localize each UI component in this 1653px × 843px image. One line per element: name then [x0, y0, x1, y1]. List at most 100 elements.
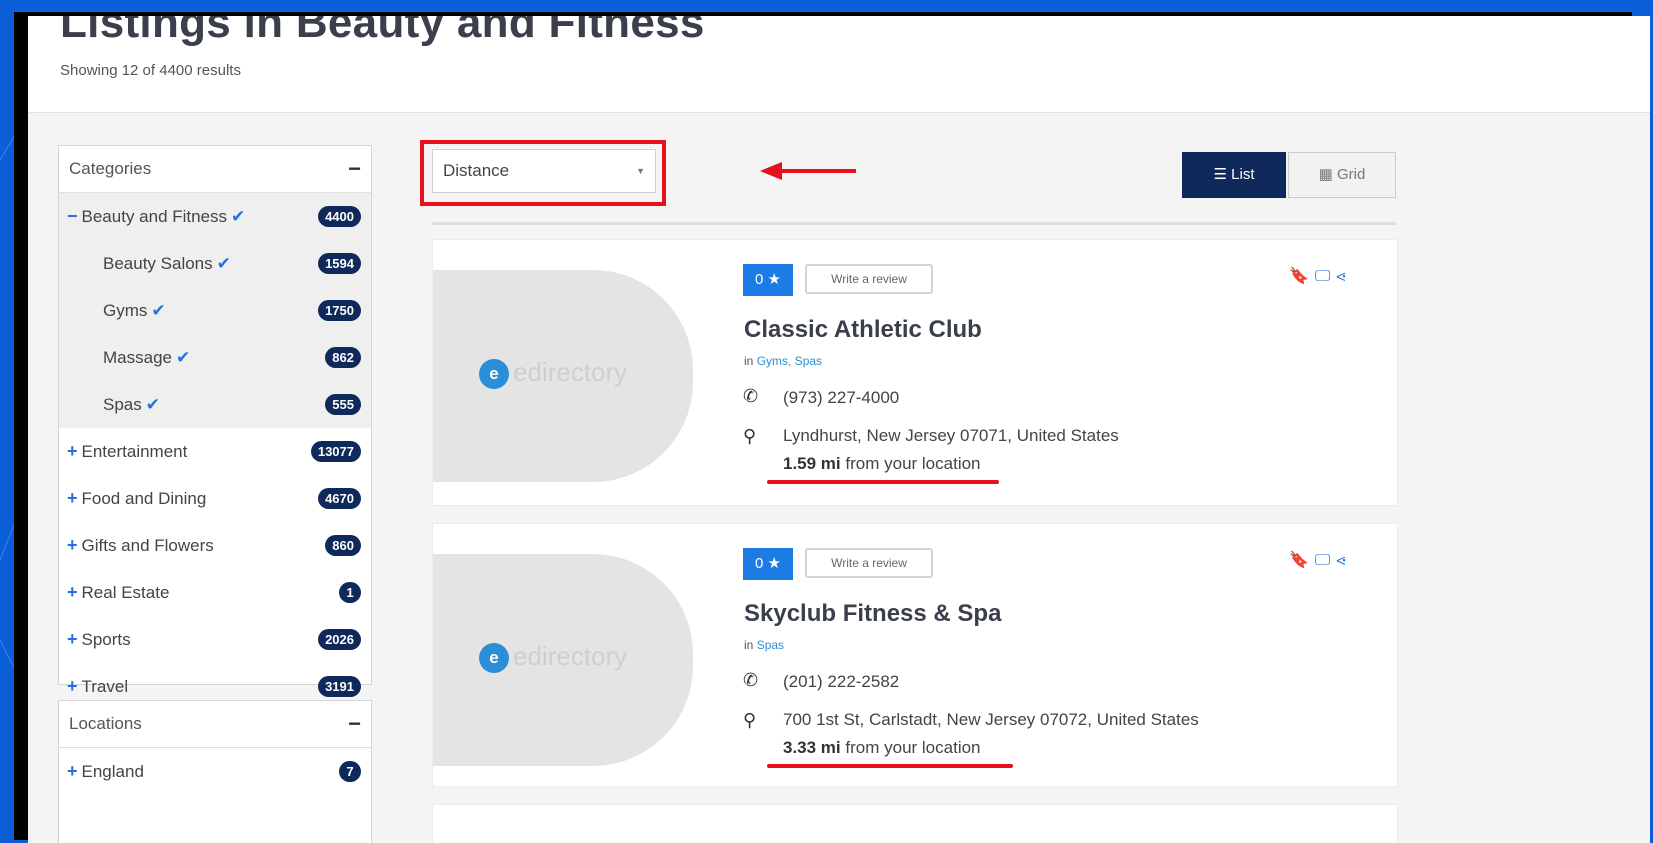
- list-label: List: [1231, 166, 1255, 183]
- category-real-estate[interactable]: + Real Estate 1: [59, 569, 371, 616]
- plus-icon: +: [67, 441, 78, 461]
- bookmark-icon[interactable]: 🔖: [1289, 268, 1315, 285]
- location-pin-icon: ⚲: [743, 710, 757, 730]
- grid-icon: ▦: [1318, 166, 1333, 183]
- count-badge: 2026: [318, 629, 361, 650]
- listing-image-placeholder[interactable]: e edirectory: [433, 270, 693, 482]
- page-header: Listings in Beauty and Fitness Showing 1…: [28, 16, 1650, 113]
- write-review-button[interactable]: Write a review: [805, 264, 933, 294]
- phone-icon: ✆: [743, 386, 759, 406]
- phone-number[interactable]: (201) 222-2582: [783, 672, 899, 692]
- category-spas[interactable]: Spas ✔ 555: [59, 381, 371, 428]
- categories-collapse-button[interactable]: −: [348, 146, 361, 192]
- grid-label: Grid: [1337, 166, 1366, 183]
- monitor-icon[interactable]: 🖵: [1315, 552, 1336, 569]
- plus-icon: +: [67, 488, 78, 508]
- phone-icon: ✆: [743, 670, 759, 690]
- write-review-button[interactable]: Write a review: [805, 548, 933, 578]
- result-count: Showing 12 of 4400 results: [60, 62, 241, 79]
- count-badge: 4670: [318, 488, 361, 509]
- card-actions: 🔖🖵⋖: [1289, 266, 1351, 286]
- locations-header: Locations −: [59, 701, 371, 748]
- list-icon: ☰: [1213, 166, 1227, 183]
- share-icon[interactable]: ⋖: [1336, 552, 1351, 569]
- locations-panel: Locations − + England 7: [58, 700, 372, 843]
- category-gifts-and-flowers[interactable]: + Gifts and Flowers 860: [59, 522, 371, 569]
- distance-text: 1.59 mi from your location: [783, 454, 981, 474]
- categories-title: Categories: [69, 159, 152, 178]
- location-england[interactable]: + England 7: [59, 748, 371, 795]
- check-icon: ✔: [145, 395, 160, 414]
- category-sports[interactable]: + Sports 2026: [59, 616, 371, 663]
- location-label: England: [81, 762, 144, 781]
- category-link[interactable]: Gyms, Spas: [757, 354, 822, 368]
- category-food-and-dining[interactable]: + Food and Dining 4670: [59, 475, 371, 522]
- listing-card-partial: [432, 804, 1398, 843]
- address: Lyndhurst, New Jersey 07071, United Stat…: [783, 426, 1119, 445]
- distance-suffix: from your location: [845, 454, 981, 473]
- divider: [432, 222, 1396, 225]
- rating-badge: 0 ★: [743, 548, 793, 580]
- annotation-arrow-icon: [760, 162, 856, 180]
- address: 700 1st St, Carlstadt, New Jersey 07072,…: [783, 710, 1199, 729]
- category-label: Gifts and Flowers: [81, 536, 214, 555]
- annotation-underline: [767, 764, 1013, 768]
- category-label: Entertainment: [81, 442, 188, 461]
- listing-title[interactable]: Classic Athletic Club: [744, 316, 982, 344]
- category-label: Sports: [81, 630, 131, 649]
- check-icon: ✔: [231, 207, 246, 226]
- listing-categories: in Gyms, Spas: [744, 354, 822, 368]
- page-title: Listings in Beauty and Fitness: [60, 16, 705, 47]
- plus-icon: +: [67, 761, 78, 781]
- listing-categories: in Spas: [744, 638, 784, 652]
- category-massage[interactable]: Massage ✔ 862: [59, 334, 371, 381]
- plus-icon: +: [67, 535, 78, 555]
- location-pin-icon: ⚲: [743, 426, 757, 446]
- rating-badge: 0 ★: [743, 264, 793, 296]
- distance-value: 3.33 mi: [783, 738, 841, 757]
- category-gyms[interactable]: Gyms ✔ 1750: [59, 287, 371, 334]
- listing-title[interactable]: Skyclub Fitness & Spa: [744, 600, 1001, 628]
- count-badge: 1594: [318, 253, 361, 274]
- in-label: in: [744, 354, 754, 368]
- check-icon: ✔: [151, 301, 166, 320]
- category-label: Spas: [103, 395, 142, 414]
- logo-mark: e: [479, 359, 509, 389]
- bookmark-icon[interactable]: 🔖: [1289, 552, 1315, 569]
- list-view-button[interactable]: ☰ List: [1182, 152, 1286, 198]
- listing-image-placeholder[interactable]: e edirectory: [433, 554, 693, 766]
- share-icon[interactable]: ⋖: [1336, 268, 1351, 285]
- plus-icon: +: [67, 676, 78, 696]
- category-beauty-salons[interactable]: Beauty Salons ✔ 1594: [59, 240, 371, 287]
- count-badge: 862: [325, 347, 361, 368]
- count-badge: 13077: [310, 441, 361, 462]
- distance-suffix: from your location: [845, 738, 981, 757]
- plus-icon: +: [67, 582, 78, 602]
- browser-viewport: Listings in Beauty and Fitness Showing 1…: [28, 16, 1650, 843]
- category-entertainment[interactable]: + Entertainment 13077: [59, 428, 371, 475]
- distance-value: 1.59 mi: [783, 454, 841, 473]
- distance-text: 3.33 mi from your location: [783, 738, 981, 758]
- category-link[interactable]: Spas: [757, 638, 784, 652]
- count-badge: 1: [339, 582, 361, 603]
- minus-icon: −: [67, 206, 78, 226]
- count-badge: 4400: [318, 206, 361, 227]
- sort-dropdown[interactable]: Distance ▼: [432, 149, 656, 193]
- category-label: Real Estate: [81, 583, 170, 602]
- card-actions: 🔖🖵⋖: [1289, 550, 1351, 570]
- category-beauty-and-fitness[interactable]: − Beauty and Fitness ✔ 4400: [59, 193, 371, 240]
- check-icon: ✔: [216, 254, 231, 273]
- count-badge: 7: [339, 761, 361, 782]
- listing-card: e edirectory 0 ★ Write a review 🔖🖵⋖ Clas…: [432, 239, 1398, 506]
- phone-number[interactable]: (973) 227-4000: [783, 388, 899, 408]
- category-label: Food and Dining: [81, 489, 207, 508]
- grid-view-button[interactable]: ▦ Grid: [1288, 152, 1396, 198]
- monitor-icon[interactable]: 🖵: [1315, 268, 1336, 285]
- categories-header: Categories −: [59, 146, 371, 193]
- category-label: Massage: [103, 348, 172, 367]
- sort-value: Distance: [443, 161, 510, 180]
- locations-collapse-button[interactable]: −: [348, 701, 361, 747]
- count-badge: 860: [325, 535, 361, 556]
- category-label: Beauty Salons: [103, 254, 213, 273]
- category-label: Beauty and Fitness: [81, 207, 228, 226]
